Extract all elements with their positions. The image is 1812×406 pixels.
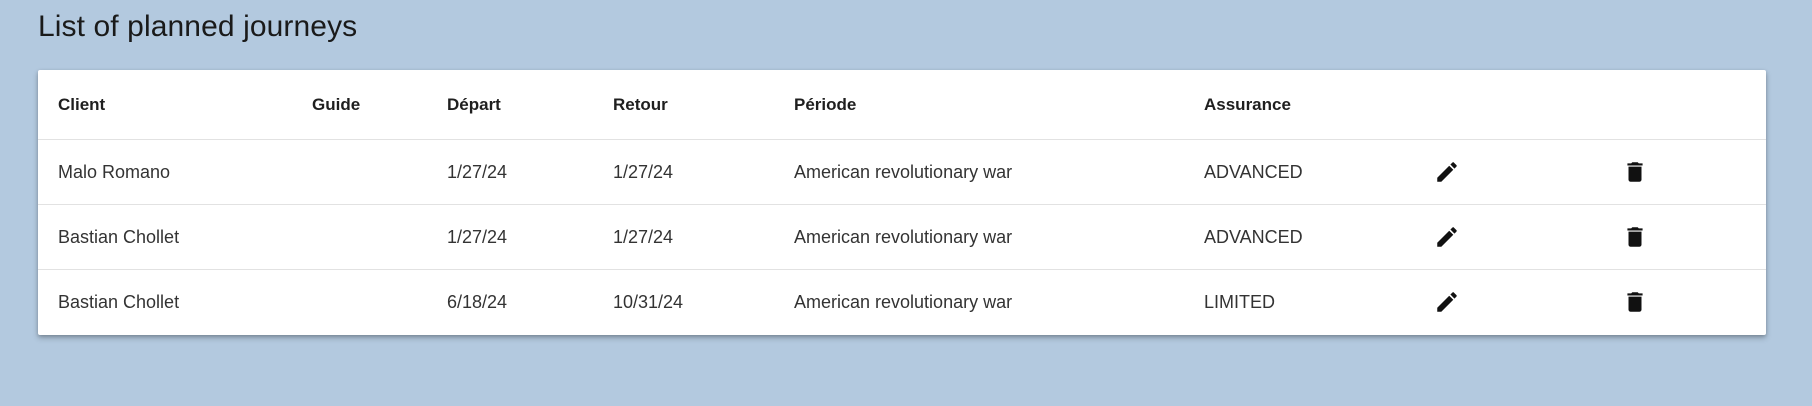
cell-periode: American revolutionary war [774,139,1184,205]
cell-client: Bastian Chollet [58,291,180,312]
cell-depart: 1/27/24 [427,139,593,205]
trash-icon[interactable] [1622,289,1648,315]
cell-depart: 6/18/24 [447,291,508,312]
cell-edit [1414,204,1602,270]
column-header-delete [1602,70,1766,140]
cell-retour: 1/27/24 [593,139,774,205]
pencil-icon[interactable] [1434,289,1460,315]
pencil-icon[interactable] [1434,224,1460,250]
trash-icon[interactable] [1622,224,1648,250]
cell-client: Malo Romano [38,139,292,205]
cell-client: Bastian Chollet [38,204,292,270]
cell-assurance: LIMITED [1204,291,1276,312]
column-header-edit [1414,70,1602,140]
cell-assurance: ADVANCED [1184,139,1414,205]
cell-retour: 10/31/24 [613,291,684,312]
trash-icon[interactable] [1622,159,1648,185]
table-row: Bastian Chollet 6/18/24 10/31/24 America… [38,270,1766,335]
table-row: Bastian Chollet 1/27/24 1/27/24 American… [38,204,1766,270]
cell-delete [1602,204,1766,270]
cell-edit [1414,270,1602,335]
column-header-depart: Départ [427,70,593,140]
cell-retour: 1/27/24 [593,204,774,270]
cell-guide [292,270,427,335]
cell-delete [1602,270,1766,335]
column-header-retour: Retour [593,70,774,140]
column-header-assurance: Assurance [1184,70,1414,140]
cell-periode: American revolutionary war [794,291,1013,312]
pencil-icon[interactable] [1434,159,1460,185]
cell-guide [292,204,427,270]
journeys-table-card: Client Guide Départ Retour Période Assur… [38,70,1766,335]
cell-edit [1414,139,1602,205]
column-header-client: Client [38,70,292,140]
journeys-table: Client Guide Départ Retour Période Assur… [38,70,1766,334]
table-header-row: Client Guide Départ Retour Période Assur… [38,70,1766,140]
cell-guide [292,139,427,205]
column-header-periode: Période [774,70,1184,140]
column-header-guide: Guide [292,70,427,140]
cell-delete [1602,139,1766,205]
cell-assurance: ADVANCED [1184,204,1414,270]
table-row: Malo Romano 1/27/24 1/27/24 American rev… [38,139,1766,205]
cell-periode: American revolutionary war [774,204,1184,270]
page-title: List of planned journeys [38,10,358,43]
cell-depart: 1/27/24 [427,204,593,270]
